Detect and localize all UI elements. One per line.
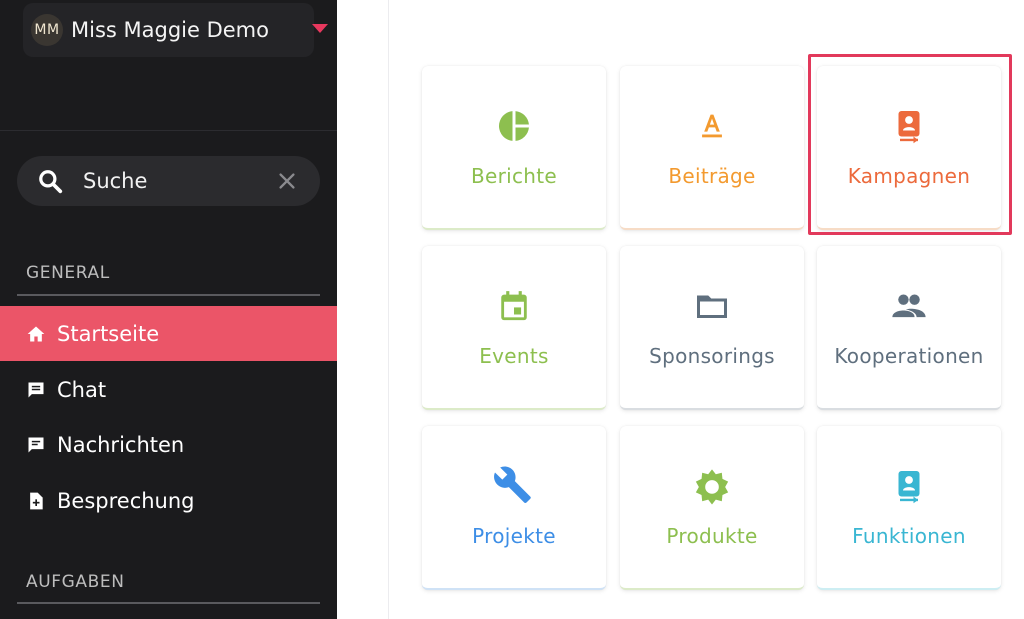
wrench-icon (494, 466, 534, 506)
tile-events[interactable]: Events (422, 246, 606, 410)
people-icon (889, 286, 929, 326)
pie-chart-icon (494, 106, 534, 146)
tile-berichte[interactable]: Berichte (422, 66, 606, 230)
tile-projekte[interactable]: Projekte (422, 426, 606, 590)
text-format-icon (692, 106, 732, 146)
search-input[interactable]: Suche (83, 169, 147, 193)
tile-label: Funktionen (852, 524, 966, 548)
main-divider (388, 0, 389, 619)
sidebar-item-besprechung[interactable]: Besprechung (0, 473, 337, 528)
section-label-tasks: AUFGABEN (26, 572, 125, 592)
sidebar-item-startseite[interactable]: Startseite (0, 306, 337, 361)
search-icon (39, 170, 63, 194)
tile-kooperationen[interactable]: Kooperationen (817, 246, 1001, 410)
badge-icon (889, 466, 929, 506)
tile-label: Kooperationen (834, 344, 984, 368)
section-divider (17, 294, 320, 296)
document-add-icon (25, 490, 47, 512)
avatar: MM (31, 14, 63, 46)
tile-label: Produkte (666, 524, 758, 548)
divider (0, 130, 337, 131)
tile-label: Beiträge (668, 164, 756, 188)
calendar-icon (494, 286, 534, 326)
section-label-general: GENERAL (26, 263, 110, 283)
chat-icon (25, 379, 47, 401)
tile-beitraege[interactable]: Beiträge (620, 66, 804, 230)
tile-label: Events (479, 344, 549, 368)
sidebar-item-label: Startseite (57, 321, 160, 346)
search-bar[interactable]: Suche (17, 156, 320, 206)
tile-funktionen[interactable]: Funktionen (817, 426, 1001, 590)
message-icon (25, 434, 47, 456)
home-icon (25, 323, 47, 345)
sidebar-item-chat[interactable]: Chat (0, 362, 337, 417)
selection-highlight (808, 54, 1012, 235)
caret-down-icon[interactable] (312, 24, 328, 33)
sidebar: MM Miss Maggie Demo Suche GENERAL Starts… (0, 0, 337, 619)
account-switcher[interactable]: MM Miss Maggie Demo (23, 3, 328, 57)
sidebar-item-label: Besprechung (57, 488, 195, 513)
account-name: Miss Maggie Demo (71, 18, 269, 42)
close-icon[interactable] (276, 170, 298, 192)
tile-produkte[interactable]: Produkte (620, 426, 804, 590)
folder-icon (692, 286, 732, 326)
tile-sponsorings[interactable]: Sponsorings (620, 246, 804, 410)
sidebar-item-nachrichten[interactable]: Nachrichten (0, 417, 337, 472)
app: MM Miss Maggie Demo Suche GENERAL Starts… (0, 0, 1024, 619)
tile-label: Sponsorings (649, 344, 775, 368)
sidebar-item-label: Chat (57, 377, 107, 402)
tile-label: Berichte (470, 164, 558, 188)
section-divider (17, 602, 320, 604)
tile-label: Projekte (472, 524, 556, 548)
gear-icon (692, 466, 732, 506)
sidebar-item-label: Nachrichten (57, 432, 185, 457)
